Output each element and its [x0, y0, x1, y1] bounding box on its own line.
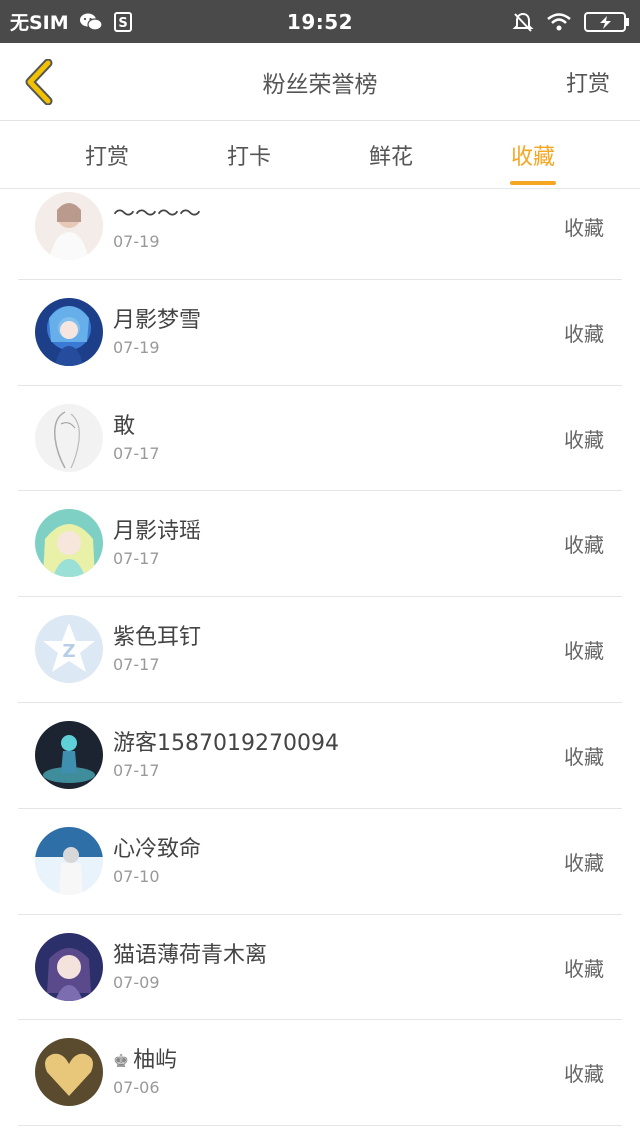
mute-bell-icon — [512, 11, 534, 33]
nav-bar: 粉丝荣誉榜 打赏 — [0, 43, 640, 121]
fan-name: ～～～～ — [113, 202, 202, 227]
svg-text:Z: Z — [62, 641, 75, 662]
avatar — [35, 826, 103, 895]
action-label: 收藏 — [564, 1062, 604, 1087]
fan-date: 07-19 — [113, 232, 160, 251]
list-item[interactable]: Z 紫色耳钉 07-17 收藏 — [18, 597, 622, 703]
avatar — [35, 403, 103, 472]
fan-date: 07-17 — [113, 549, 160, 569]
fan-name-text: 柚屿 — [133, 1048, 178, 1074]
fan-date: 07-17 — [113, 443, 160, 463]
fan-date: 07-17 — [113, 655, 160, 675]
fan-date: 07-09 — [113, 972, 160, 992]
avatar — [35, 297, 103, 366]
battery-charging-icon — [584, 11, 630, 33]
fan-name: 心冷致命 — [113, 836, 202, 862]
avatar — [35, 509, 103, 578]
fan-name: ♚ 柚屿 — [113, 1042, 177, 1074]
avatar: Z — [35, 615, 103, 684]
tab-label: 收藏 — [510, 145, 555, 170]
tab-label: 鲜花 — [368, 145, 413, 170]
wifi-icon — [546, 12, 572, 32]
avatar — [35, 192, 103, 260]
avatar — [35, 932, 103, 1001]
tab-checkin[interactable]: 打卡 — [179, 121, 319, 189]
action-label: 收藏 — [564, 639, 604, 664]
avatar — [35, 1038, 103, 1107]
fan-date: 07-19 — [113, 337, 160, 357]
fan-name: 紫色耳钉 — [113, 625, 202, 651]
fan-date: 07-17 — [113, 760, 160, 780]
crown-icon: ♚ — [113, 1051, 130, 1073]
action-label: 收藏 — [564, 850, 604, 875]
action-label: 收藏 — [564, 427, 604, 452]
list-item[interactable]: 月影梦雪 07-19 收藏 — [18, 280, 622, 386]
fan-name: 月影梦雪 — [113, 307, 202, 333]
fan-date: 07-06 — [113, 1078, 160, 1098]
list-item[interactable]: 心冷致命 07-10 收藏 — [18, 809, 622, 915]
list-item[interactable]: 猫语薄荷青木离 07-09 收藏 — [18, 915, 622, 1021]
list-item[interactable]: ♚ 柚屿 07-06 收藏 — [18, 1020, 622, 1127]
list-item[interactable]: 敢 07-17 收藏 — [18, 386, 622, 492]
fan-name: 猫语薄荷青木离 — [113, 942, 268, 968]
action-label: 收藏 — [564, 533, 604, 558]
action-label: 收藏 — [564, 216, 604, 240]
action-label: 收藏 — [564, 956, 604, 981]
page-title: 粉丝荣誉榜 — [262, 72, 378, 98]
tab-label: 打卡 — [226, 145, 271, 170]
active-tab-indicator — [510, 181, 556, 185]
list-item[interactable]: ～～～～ 07-19 收藏 — [18, 190, 622, 280]
fan-name: 敢 — [113, 413, 136, 439]
tab-label: 打赏 — [84, 145, 129, 170]
list-item[interactable]: 月影诗瑶 07-17 收藏 — [18, 491, 622, 598]
fan-name: 游客1587019270094 — [113, 730, 339, 756]
action-label: 收藏 — [564, 321, 604, 346]
reward-button[interactable]: 打赏 — [566, 43, 610, 121]
action-label: 收藏 — [564, 744, 604, 769]
tab-favorites[interactable]: 收藏 — [463, 121, 603, 189]
list-item[interactable]: 游客1587019270094 07-17 收藏 — [18, 703, 622, 809]
tab-flowers[interactable]: 鲜花 — [321, 121, 461, 189]
fan-date: 07-10 — [113, 866, 160, 886]
fan-list[interactable]: ～～～～ 07-19 收藏 月影梦雪 07-19 收藏 敢 07-17 收藏 月… — [0, 190, 640, 1138]
tab-bar: 打赏 打卡 鲜花 收藏 — [0, 121, 640, 189]
avatar — [35, 720, 103, 789]
tab-reward[interactable]: 打赏 — [37, 121, 177, 189]
fan-name: 月影诗瑶 — [113, 519, 202, 545]
status-bar: 无SIM S 19:52 — [0, 0, 640, 43]
